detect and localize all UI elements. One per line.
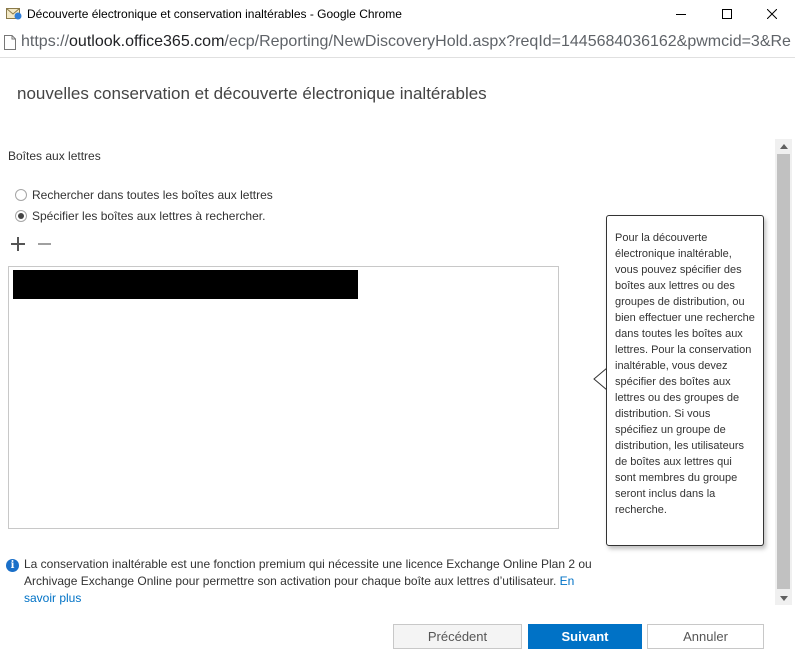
specify-mailboxes-radio[interactable] [15, 210, 27, 222]
mailboxes-section-label: Boîtes aux lettres [8, 149, 101, 163]
scroll-down-button[interactable] [775, 591, 792, 605]
close-button[interactable] [749, 0, 795, 28]
maximize-button[interactable] [704, 0, 750, 28]
url-text[interactable]: https://outlook.office365.com/ecp/Report… [21, 33, 791, 51]
close-icon [767, 9, 777, 19]
premium-notice: La conservation inaltérable est une fonc… [24, 556, 594, 607]
add-mailbox-button[interactable] [10, 236, 26, 252]
help-callout: Pour la découverte électronique inaltéra… [606, 215, 764, 546]
search-all-label: Rechercher dans toutes les boîtes aux le… [32, 188, 273, 202]
page-title: nouvelles conservation et découverte éle… [17, 84, 487, 103]
address-bar[interactable]: https://outlook.office365.com/ecp/Report… [0, 28, 795, 58]
info-icon: i [6, 559, 19, 572]
maximize-icon [722, 9, 732, 19]
url-path: /ecp/Reporting/NewDiscoveryHold.aspx?req… [224, 33, 791, 50]
scrollbar-thumb[interactable] [777, 154, 790, 589]
search-all-radio[interactable] [15, 189, 27, 201]
help-callout-text: Pour la découverte électronique inaltéra… [615, 232, 755, 516]
search-all-mailboxes-option[interactable]: Rechercher dans toutes les boîtes aux le… [15, 188, 273, 202]
arrow-up-icon [779, 143, 788, 149]
minimize-button[interactable] [658, 0, 704, 28]
page-icon [4, 35, 16, 50]
vertical-scrollbar[interactable] [775, 139, 792, 605]
window-titlebar: Découverte électronique et conservation … [0, 0, 795, 28]
specify-mailboxes-option[interactable]: Spécifier les boîtes aux lettres à reche… [15, 209, 265, 223]
exchange-app-icon [6, 6, 22, 20]
arrow-down-icon [779, 595, 788, 601]
minus-icon [38, 243, 51, 245]
plus-icon [11, 237, 25, 251]
remove-mailbox-button[interactable] [36, 236, 52, 252]
minimize-icon [676, 14, 686, 15]
specify-mailboxes-label: Spécifier les boîtes aux lettres à reche… [32, 209, 266, 223]
next-button[interactable]: Suivant [528, 624, 642, 649]
cancel-button[interactable]: Annuler [647, 624, 764, 649]
scroll-up-button[interactable] [775, 139, 792, 153]
mailbox-list[interactable]: [redacted] [8, 266, 559, 529]
mailbox-list-item-redacted[interactable]: [redacted] [13, 270, 358, 299]
url-host: outlook.office365.com [69, 33, 225, 50]
url-scheme: https:// [21, 33, 70, 50]
previous-button[interactable]: Précédent [393, 624, 522, 649]
premium-notice-text: La conservation inaltérable est une fonc… [24, 557, 592, 588]
window-title: Découverte électronique et conservation … [27, 7, 402, 21]
